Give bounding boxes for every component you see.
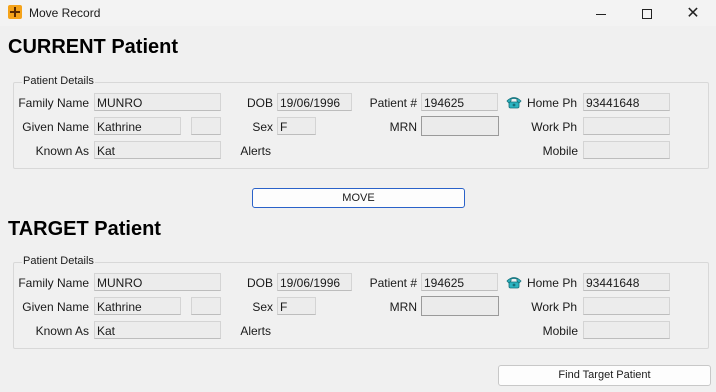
app-icon	[8, 5, 22, 19]
target-work-phone-field[interactable]	[583, 297, 670, 315]
current-mobile-field[interactable]	[583, 141, 670, 159]
work-phone-label: Work Ph	[531, 120, 577, 134]
move-button[interactable]: MOVE	[252, 188, 465, 208]
known-as-label: Known As	[35, 144, 89, 158]
window-title: Move Record	[29, 6, 101, 20]
phone-icon[interactable]	[505, 275, 523, 289]
dob-label: DOB	[246, 276, 273, 290]
sex-label: Sex	[252, 300, 273, 314]
mrn-label: MRN	[389, 300, 417, 314]
target-patient-number-field[interactable]: 194625	[421, 273, 498, 291]
alerts-label: Alerts	[240, 144, 271, 158]
current-given-name-extra-field[interactable]	[191, 117, 221, 135]
current-known-as-field[interactable]: Kat	[94, 141, 221, 159]
phone-icon[interactable]	[505, 95, 523, 109]
dob-label: DOB	[246, 96, 273, 110]
given-name-label: Given Name	[22, 120, 89, 134]
known-as-label: Known As	[35, 324, 89, 338]
mobile-label: Mobile	[542, 144, 578, 158]
given-name-label: Given Name	[22, 300, 89, 314]
sex-label: Sex	[252, 120, 273, 134]
mobile-label: Mobile	[542, 324, 578, 338]
current-work-phone-field[interactable]	[583, 117, 670, 135]
current-sex-field[interactable]: F	[277, 117, 316, 135]
minimize-icon[interactable]	[578, 0, 624, 26]
group-label: Patient Details	[22, 255, 95, 267]
current-family-name-field[interactable]: MUNRO	[94, 93, 221, 111]
title-bar: Move Record ✕	[0, 0, 716, 26]
home-phone-label: Home Ph	[526, 96, 577, 110]
target-patient-heading: TARGET Patient	[8, 218, 161, 240]
current-patient-number-field[interactable]: 194625	[421, 93, 498, 111]
group-label: Patient Details	[22, 75, 95, 87]
current-home-phone-field[interactable]: 93441648	[583, 93, 670, 111]
family-name-label: Family Name	[18, 276, 89, 290]
target-known-as-field[interactable]: Kat	[94, 321, 221, 339]
home-phone-label: Home Ph	[526, 276, 577, 290]
target-given-name-field[interactable]: Kathrine	[94, 297, 181, 315]
maximize-icon[interactable]	[624, 0, 670, 26]
alerts-label: Alerts	[240, 324, 271, 338]
close-icon[interactable]: ✕	[670, 0, 716, 26]
mrn-label: MRN	[389, 120, 417, 134]
target-mobile-field[interactable]	[583, 321, 670, 339]
find-target-patient-button[interactable]: Find Target Patient	[498, 365, 711, 386]
patient-number-label: Patient #	[369, 96, 417, 110]
current-given-name-field[interactable]: Kathrine	[94, 117, 181, 135]
target-dob-field[interactable]: 19/06/1996	[277, 273, 352, 291]
current-patient-heading: CURRENT Patient	[8, 36, 179, 58]
work-phone-label: Work Ph	[531, 300, 577, 314]
patient-number-label: Patient #	[369, 276, 417, 290]
family-name-label: Family Name	[18, 96, 89, 110]
target-home-phone-field[interactable]: 93441648	[583, 273, 670, 291]
current-mrn-field[interactable]	[421, 116, 499, 136]
target-sex-field[interactable]: F	[277, 297, 316, 315]
target-given-name-extra-field[interactable]	[191, 297, 221, 315]
current-dob-field[interactable]: 19/06/1996	[277, 93, 352, 111]
target-mrn-field[interactable]	[421, 296, 499, 316]
target-family-name-field[interactable]: MUNRO	[94, 273, 221, 291]
